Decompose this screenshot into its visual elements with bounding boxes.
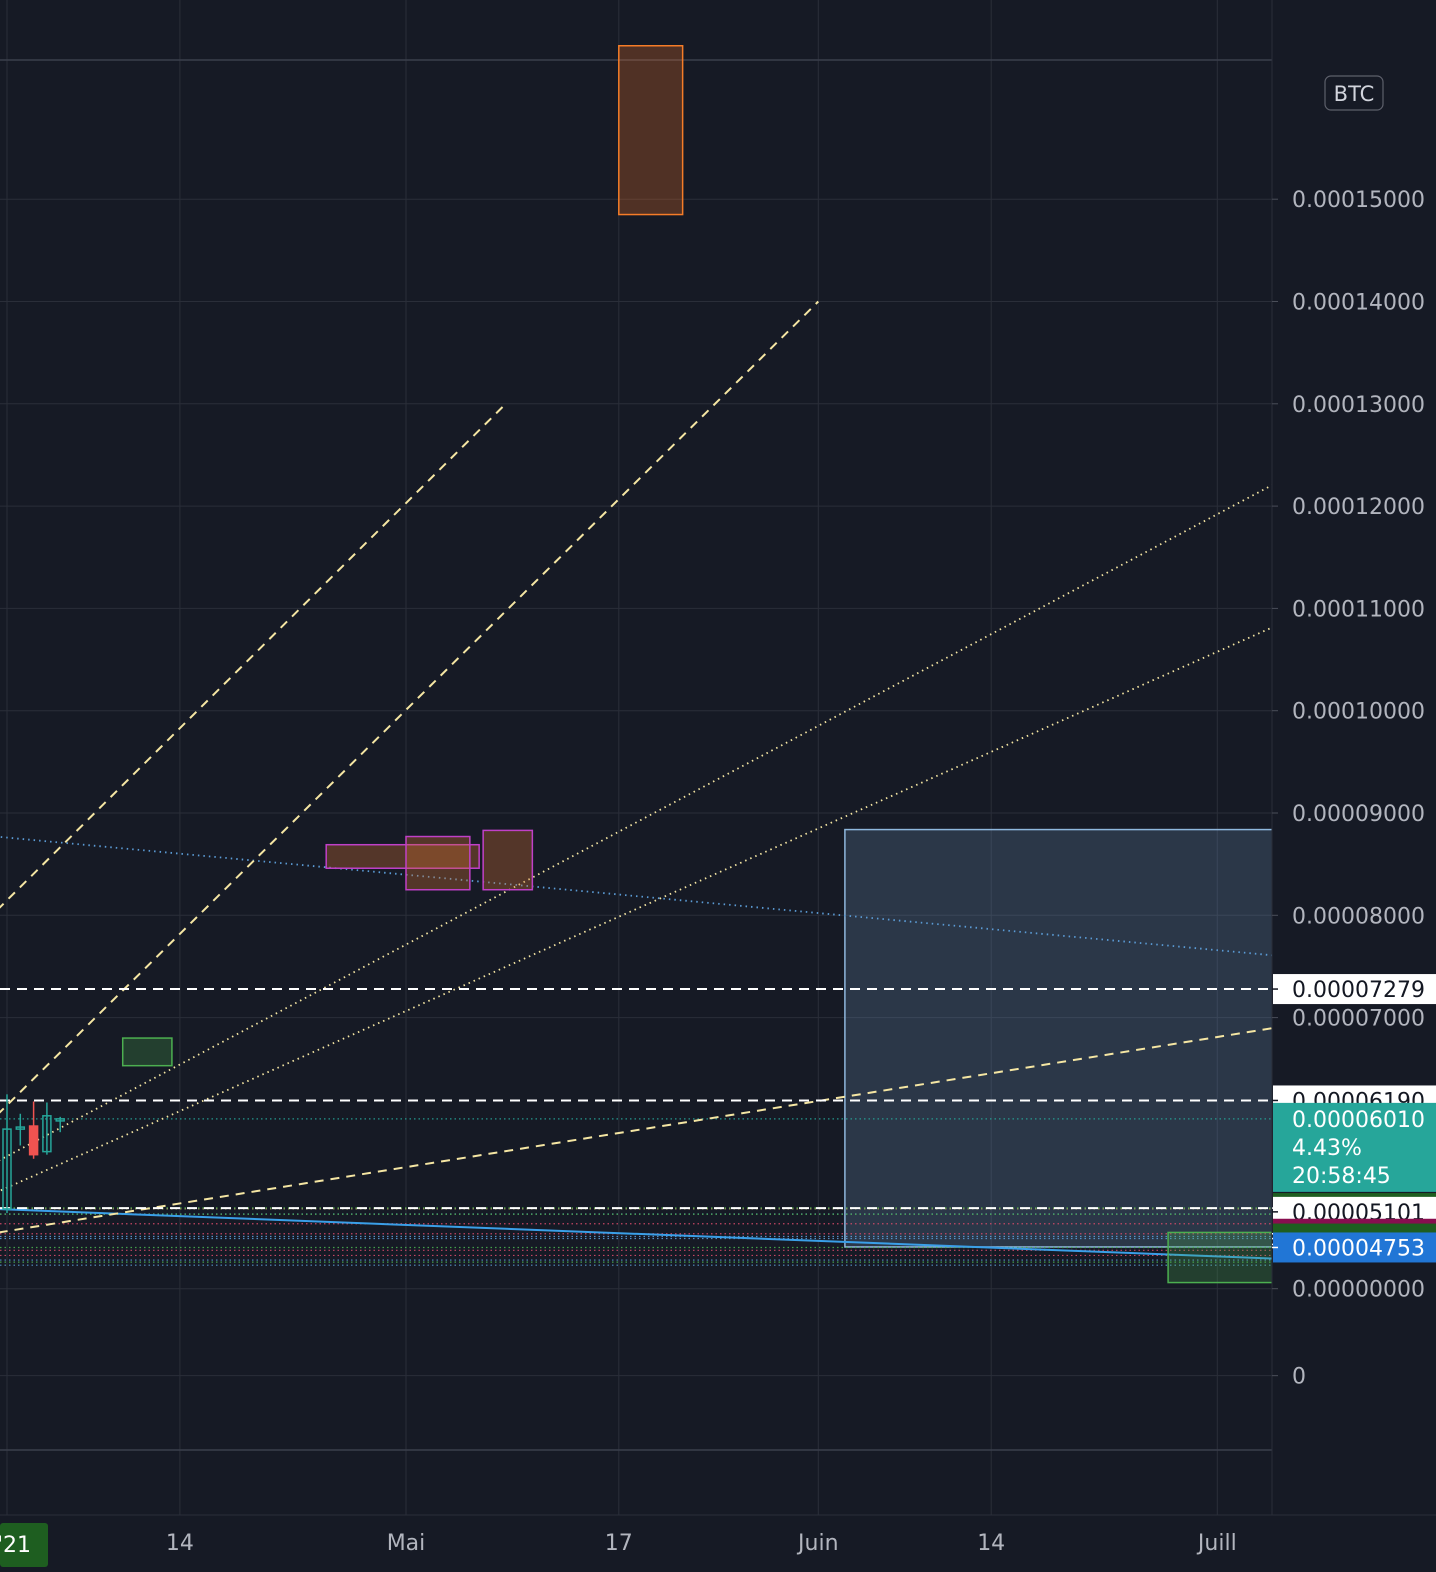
orange-box[interactable] (618, 45, 684, 216)
price-tick-label: 0.00010000 (1292, 700, 1425, 725)
price-tick-label: 0.00000000 (1292, 1278, 1425, 1303)
candle-body[interactable] (2, 1128, 12, 1210)
time-label: Mai (387, 1531, 426, 1556)
currency-badge-label[interactable]: BTC (1334, 82, 1375, 106)
price-tick-label: 0.00008000 (1292, 904, 1425, 929)
price-tick-label: 0.00014000 (1292, 291, 1425, 316)
time-label: 14 (977, 1531, 1005, 1556)
time-label-highlighted[interactable]: '21 (0, 1533, 31, 1558)
time-label: 17 (605, 1531, 633, 1556)
candle-body[interactable] (55, 1118, 65, 1122)
time-label: 14 (166, 1531, 194, 1556)
price-tick-label: 0.00007000 (1292, 1007, 1425, 1032)
current-price-text[interactable]: 0.00006010 (1292, 1108, 1425, 1133)
time-label: Juin (796, 1531, 839, 1556)
chart-svg[interactable]: 0.000000000.00.000150000.000140000.00013… (0, 0, 1436, 1568)
price-label-text[interactable]: 0.00007279 (1292, 978, 1425, 1003)
candle-body[interactable] (15, 1126, 26, 1130)
price-label-text[interactable]: 0.00004753 (1292, 1236, 1425, 1261)
chart-background (0, 0, 1436, 1568)
price-axis[interactable]: 0.000000000.00.000150000.000140000.00013… (1271, 0, 1436, 1515)
green-box[interactable] (121, 1037, 173, 1067)
time-axis[interactable]: '21 14 Mai 17 Juin 14 Juill (0, 1514, 1436, 1568)
current-change-text[interactable]: 4.43% (1292, 1136, 1362, 1161)
candle-body[interactable] (28, 1125, 39, 1156)
price-tick-label: 0.00015000 (1292, 188, 1425, 213)
countdown-text[interactable]: 20:58:45 (1292, 1164, 1391, 1189)
price-tick-label: 0.00013000 (1292, 393, 1425, 418)
purple-box[interactable] (405, 835, 471, 891)
price-tick-label: 0 (1292, 1365, 1306, 1390)
chart-area[interactable]: 0.000000000.00.000150000.000140000.00013… (0, 0, 1436, 1568)
candle-body[interactable] (42, 1115, 52, 1153)
price-tick-label: 0.00009000 (1292, 802, 1425, 827)
time-label: Juill (1196, 1531, 1237, 1556)
price-tick-label: 0.00011000 (1292, 597, 1425, 622)
purple-box[interactable] (482, 829, 534, 891)
price-tick-label: 0.00012000 (1292, 495, 1425, 520)
